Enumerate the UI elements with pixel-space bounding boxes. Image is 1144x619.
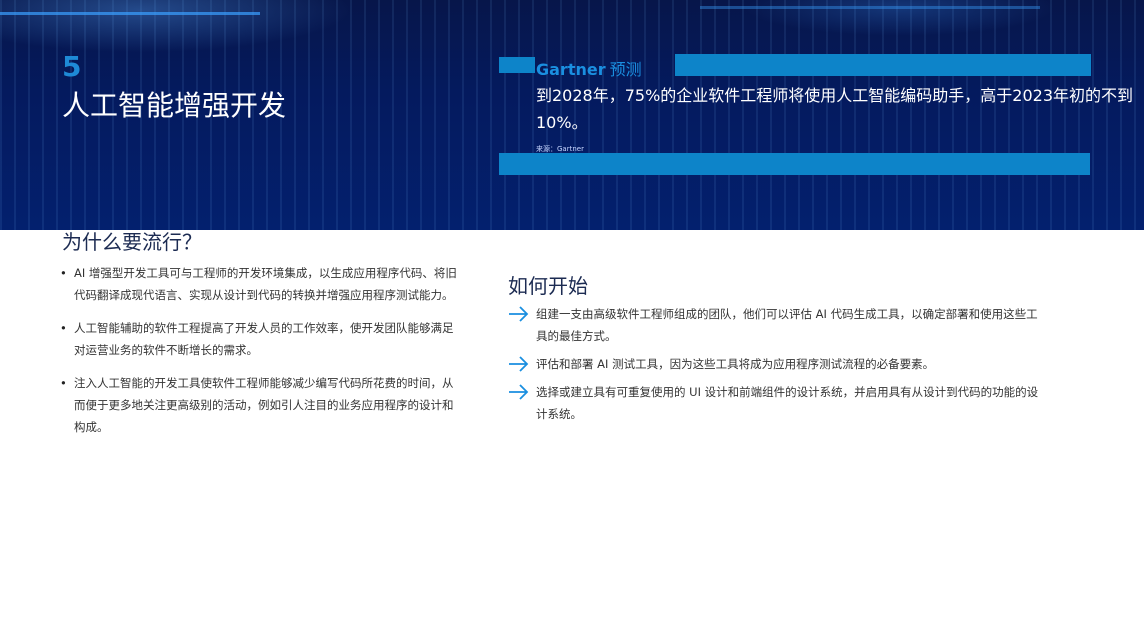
list-item-text: 组建一支由高级软件工程师组成的团队，他们可以评估 AI 代码生成工具，以确定部署… [536, 307, 1038, 343]
how-title: 如何开始 [508, 274, 588, 298]
why-list: AI 增强型开发工具可与工程师的开发环境集成，以生成应用程序代码、将旧代码翻译成… [60, 262, 460, 449]
accent-bar-bottom [499, 153, 1090, 175]
how-list: 组建一支由高级软件工程师组成的团队，他们可以评估 AI 代码生成工具，以确定部署… [508, 303, 1048, 431]
gartner-label: Gartner 预测 [536, 56, 642, 80]
list-item-text: 选择或建立具有可重复使用的 UI 设计和前端组件的设计系统，并启用具有从设计到代… [536, 385, 1039, 421]
gartner-prediction-label: 预测 [609, 60, 642, 79]
list-item: 评估和部署 AI 测试工具，因为这些工具将成为应用程序测试流程的必备要素。 [508, 353, 1048, 375]
arrow-right-icon [509, 384, 529, 400]
page-title: 人工智能增强开发 [62, 89, 287, 122]
section-number: 5 [62, 50, 82, 83]
arrow-right-icon [509, 356, 529, 372]
accent-bar-top-left [499, 57, 535, 73]
why-title: 为什么要流行？ [62, 230, 202, 254]
prediction-quote: 到2028年，75%的企业软件工程师将使用人工智能编码助手，高于2023年初的不… [536, 86, 1134, 132]
hero-banner: 5 人工智能增强开发 Gartner 预测 到2028年，75%的企业软件工程师将… [0, 0, 1144, 230]
list-item: 选择或建立具有可重复使用的 UI 设计和前端组件的设计系统，并启用具有从设计到代… [508, 381, 1048, 425]
list-item: 人工智能辅助的软件工程提高了开发人员的工作效率，使开发团队能够满足对运营业务的软… [60, 317, 460, 361]
list-item: 注入人工智能的开发工具使软件工程师能够减少编写代码所花费的时间，从而便于更多地关… [60, 372, 460, 438]
list-item: AI 增强型开发工具可与工程师的开发环境集成，以生成应用程序代码、将旧代码翻译成… [60, 262, 460, 306]
list-item: 组建一支由高级软件工程师组成的团队，他们可以评估 AI 代码生成工具，以确定部署… [508, 303, 1048, 347]
light-streak [700, 6, 1040, 9]
arrow-right-icon [509, 306, 529, 322]
list-item-text: 评估和部署 AI 测试工具，因为这些工具将成为应用程序测试流程的必备要素。 [536, 357, 935, 371]
gartner-brand: Gartner [536, 60, 606, 79]
light-streak [0, 12, 260, 15]
accent-bar-top-right [675, 54, 1091, 76]
